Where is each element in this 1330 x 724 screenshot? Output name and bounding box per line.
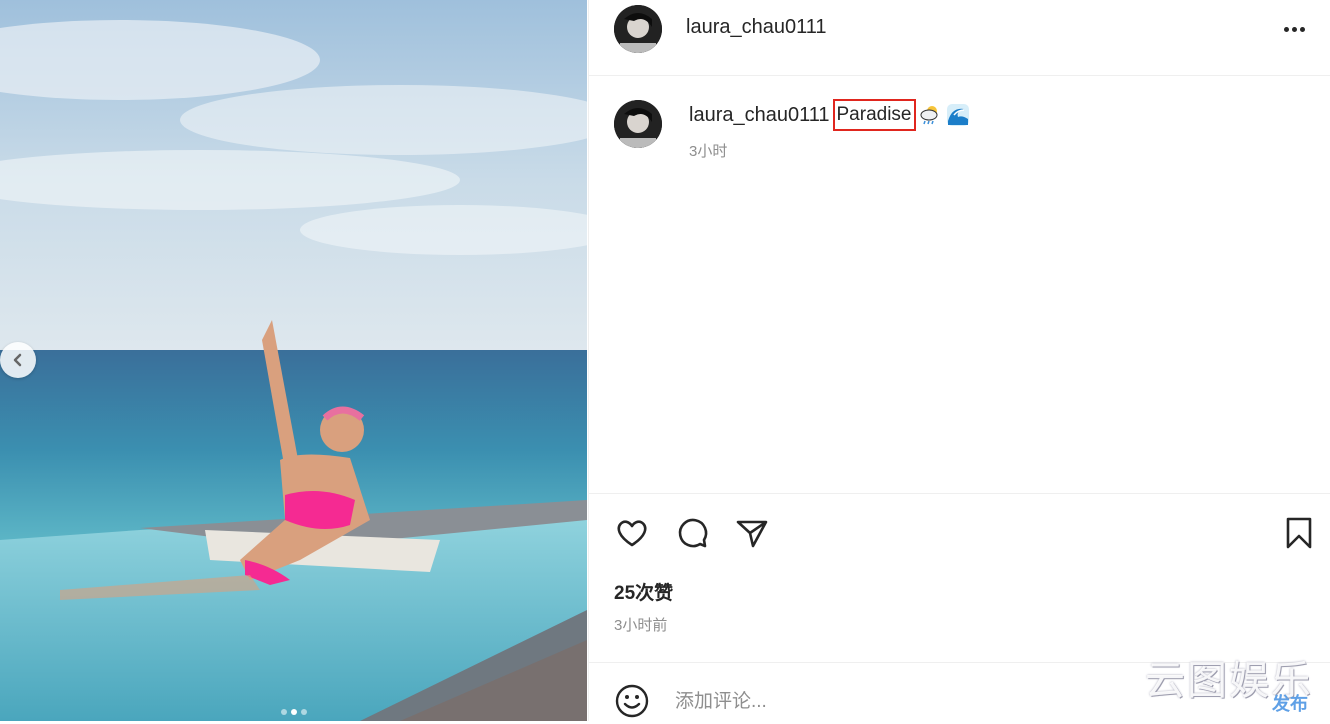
post-photo[interactable] bbox=[0, 0, 587, 721]
share-button[interactable] bbox=[734, 515, 770, 551]
watermark-subtext: 发布 bbox=[1272, 694, 1308, 715]
carousel-dot-active[interactable] bbox=[290, 709, 297, 715]
likes-count[interactable]: 25次赞 bbox=[614, 578, 673, 605]
caption-avatar[interactable] bbox=[614, 100, 662, 148]
header-username[interactable]: laura_chau0111 bbox=[686, 16, 827, 39]
share-icon bbox=[736, 520, 768, 548]
wave-emoji-icon bbox=[946, 103, 970, 127]
post-header: laura_chau0111 bbox=[589, 0, 1330, 76]
avatar-image bbox=[614, 100, 662, 148]
avatar-image bbox=[614, 5, 662, 53]
smile-icon bbox=[615, 684, 649, 718]
carousel-dots bbox=[0, 709, 587, 715]
beach-photo-image bbox=[0, 0, 587, 721]
comment-icon bbox=[678, 518, 708, 548]
carousel-dot[interactable] bbox=[300, 709, 307, 715]
post-details-panel: laura_chau0111 laura_chau0111 Paradise 3… bbox=[588, 0, 1330, 721]
carousel-dot[interactable] bbox=[280, 709, 287, 715]
divider bbox=[589, 493, 1330, 495]
caption-username[interactable]: laura_chau0111 bbox=[689, 104, 830, 127]
emoji-picker-button[interactable] bbox=[614, 683, 650, 719]
heart-icon bbox=[617, 520, 647, 547]
avatar[interactable] bbox=[614, 5, 662, 53]
post-timestamp: 3小时前 bbox=[614, 617, 668, 634]
rain-cloud-emoji-icon bbox=[919, 103, 943, 127]
comment-button[interactable] bbox=[674, 515, 710, 551]
chevron-left-icon bbox=[13, 353, 22, 367]
more-icon[interactable] bbox=[1279, 20, 1309, 38]
caption-text-highlighted: Paradise bbox=[832, 99, 916, 131]
caption-time: 3小时 bbox=[689, 143, 728, 160]
like-button[interactable] bbox=[614, 515, 650, 551]
bookmark-button[interactable] bbox=[1281, 515, 1317, 551]
carousel-prev-button[interactable] bbox=[0, 342, 36, 378]
post-caption: laura_chau0111 Paradise bbox=[689, 99, 970, 131]
bookmark-icon bbox=[1286, 517, 1312, 549]
